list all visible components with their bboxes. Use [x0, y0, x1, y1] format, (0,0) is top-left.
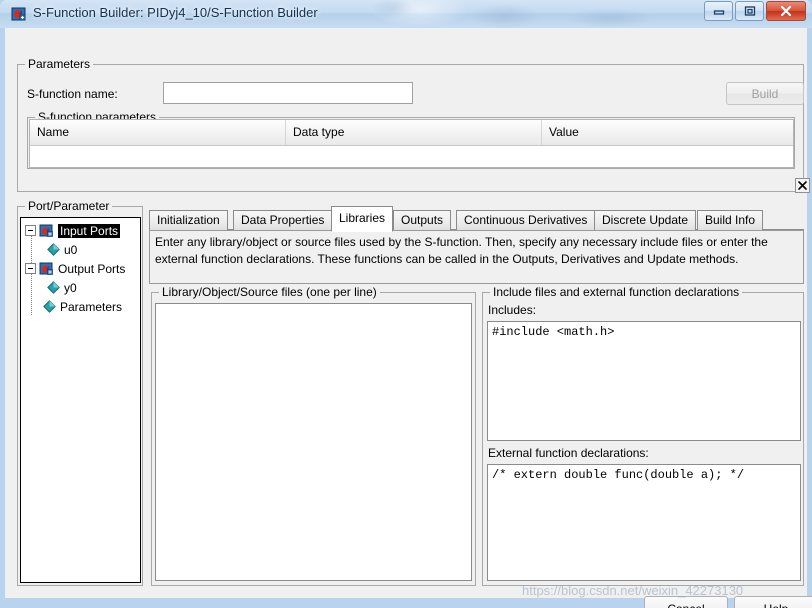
- minimize-button[interactable]: [704, 1, 733, 21]
- port-block-icon: [39, 224, 53, 237]
- tree-item-label: u0: [64, 242, 78, 257]
- include-files-group: Include files and external function decl…: [482, 285, 804, 586]
- tree-item-output-ports[interactable]: Output Ports: [21, 259, 140, 278]
- include-files-group-label: Include files and external function decl…: [490, 285, 743, 299]
- simulink-block-icon: [11, 7, 26, 21]
- tree-item-label: Input Ports: [58, 223, 121, 238]
- tree-item-u0[interactable]: u0: [21, 240, 140, 259]
- cancel-button[interactable]: Cancel: [644, 596, 728, 608]
- maximize-button[interactable]: [735, 1, 764, 21]
- tree-item-parameters[interactable]: Parameters: [21, 297, 140, 316]
- tree-item-y0[interactable]: y0: [21, 278, 140, 297]
- tab-outputs[interactable]: Outputs: [393, 210, 452, 230]
- close-button[interactable]: [766, 1, 806, 21]
- tab-initialization[interactable]: Initialization: [149, 210, 228, 230]
- tab-continuous-derivatives[interactable]: Continuous Derivatives: [456, 210, 596, 230]
- port-block-icon: [39, 262, 53, 275]
- tree-item-label: y0: [64, 280, 77, 295]
- includes-label: Includes:: [488, 303, 537, 317]
- library-files-group-label: Library/Object/Source files (one per lin…: [159, 285, 380, 299]
- tree-item-label: Parameters: [60, 299, 123, 314]
- diamond-icon: [47, 243, 60, 256]
- build-button[interactable]: Build: [726, 82, 804, 105]
- window-client-area: Parameters S-function name: Build S-func…: [0, 28, 812, 608]
- port-parameter-group-label: Port/Parameter: [25, 199, 113, 213]
- tree-item-label: Output Ports: [58, 261, 126, 276]
- help-button[interactable]: Help: [734, 596, 812, 608]
- tab-bar: Initialization Data Properties Libraries…: [149, 206, 804, 232]
- table-empty-row[interactable]: [30, 146, 793, 167]
- parameters-group: Parameters S-function name: Build S-func…: [17, 57, 810, 193]
- includes-textarea[interactable]: [487, 321, 801, 441]
- collapse-input-ports-icon[interactable]: [25, 225, 36, 236]
- table-header-row: Name Data type Value: [30, 120, 793, 146]
- tab-data-properties[interactable]: Data Properties: [233, 210, 333, 230]
- sfunction-parameters-group: S-function parameters Name Data type Val…: [27, 110, 795, 169]
- tab-build-info[interactable]: Build Info: [697, 210, 764, 230]
- remove-parameter-button[interactable]: [795, 178, 810, 193]
- column-header-value[interactable]: Value: [542, 120, 793, 145]
- dialog-content: Parameters S-function name: Build S-func…: [5, 28, 812, 608]
- tree-item-input-ports[interactable]: Input Ports: [21, 221, 140, 240]
- sfunction-parameters-table[interactable]: Name Data type Value: [29, 119, 794, 168]
- port-parameter-group: Port/Parameter Input Ports u0 Output Por…: [17, 199, 143, 586]
- window-titlebar[interactable]: S-Function Builder: PIDyj4_10/S-Function…: [0, 0, 812, 28]
- diamond-icon: [43, 300, 56, 313]
- sfunction-name-input[interactable]: [163, 82, 413, 104]
- sfunction-name-label: S-function name:: [27, 87, 118, 101]
- tab-discrete-update[interactable]: Discrete Update: [594, 210, 697, 230]
- port-parameter-tree[interactable]: Input Ports u0 Output Ports y0 Parameter…: [20, 217, 141, 583]
- library-files-group: Library/Object/Source files (one per lin…: [151, 285, 476, 586]
- minimize-icon: [713, 10, 724, 15]
- diamond-icon: [47, 281, 60, 294]
- window-title: S-Function Builder: PIDyj4_10/S-Function…: [33, 5, 318, 20]
- x-box-icon: [798, 181, 807, 190]
- external-declarations-label: External function declarations:: [488, 446, 649, 460]
- sfunction-builder-window: S-Function Builder: PIDyj4_10/S-Function…: [0, 0, 812, 608]
- external-declarations-textarea[interactable]: [487, 464, 801, 581]
- column-header-name[interactable]: Name: [30, 120, 286, 145]
- parameters-group-label: Parameters: [25, 57, 94, 71]
- column-header-data-type[interactable]: Data type: [286, 120, 542, 145]
- library-files-textarea[interactable]: [155, 303, 472, 581]
- maximize-icon: [744, 6, 755, 16]
- tab-description-text: Enter any library/object or source files…: [149, 230, 804, 284]
- tab-libraries[interactable]: Libraries: [331, 206, 394, 232]
- collapse-output-ports-icon[interactable]: [25, 263, 36, 274]
- close-icon: [780, 5, 792, 17]
